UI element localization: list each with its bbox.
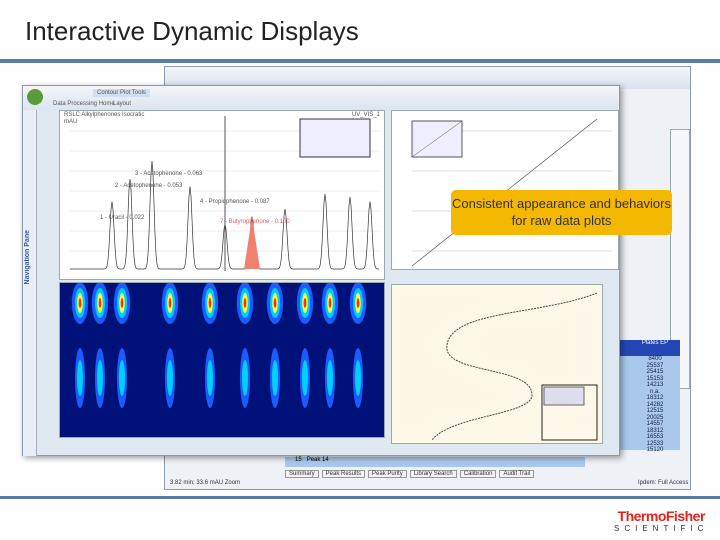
tab-summary[interactable]: Summary: [285, 470, 319, 478]
contour-blob: [356, 298, 360, 308]
chromatogram-plot[interactable]: [60, 111, 385, 280]
app-logo-icon[interactable]: [27, 89, 43, 105]
contour-blob: [243, 298, 247, 308]
contour-blob: [303, 298, 307, 308]
result-tabs: Summary Peak Results Peak Purity Library…: [285, 470, 535, 478]
contour-blob: [327, 360, 333, 396]
spectrum-plot[interactable]: [391, 284, 603, 444]
tab-calibration[interactable]: Calibration: [459, 470, 497, 478]
contour-blob: [168, 298, 172, 308]
contour-blob: [77, 360, 83, 396]
access-status: Ipdem: Full Access: [638, 480, 689, 486]
table-row[interactable]: 15 Peak 14: [285, 457, 585, 467]
tab-peak-results[interactable]: Peak Results: [321, 470, 366, 478]
overview-inset: [299, 118, 371, 158]
tab-peak-purity[interactable]: Peak Purity: [368, 470, 407, 478]
ribbon-tab-contour[interactable]: Contour Plot Tools: [93, 89, 150, 97]
contour-blob: [78, 298, 82, 308]
contour-blob: [272, 360, 278, 396]
top-rule: [0, 59, 720, 63]
tab-library-search[interactable]: Library Search: [409, 470, 457, 478]
contour-blob: [207, 360, 213, 396]
callout-box: Consistent appearance and behaviors for …: [451, 190, 672, 235]
contour-blob: [97, 360, 103, 396]
contour-blob: [98, 298, 102, 308]
status-bar: 3.82 min; 33.6 mAU Zoom: [170, 480, 241, 486]
contour-blob: [167, 360, 173, 396]
contour-blob: [328, 298, 332, 308]
contour-blob: [273, 298, 277, 308]
front-window: Contour Plot Tools Data Processing Home …: [22, 85, 620, 456]
contour-blob: [242, 360, 248, 396]
tab-audit-trail[interactable]: Audit Trail: [499, 470, 535, 478]
contour-plot[interactable]: [59, 282, 385, 438]
menu-layout[interactable]: Layout: [113, 101, 131, 107]
contour-blob: [355, 360, 361, 396]
contour-blob: [120, 298, 124, 308]
thermofisher-logo: ThermoFisher SCIENTIFIC: [614, 508, 709, 533]
bottom-rule: [0, 496, 720, 499]
navigation-pane[interactable]: Navigation Pane: [23, 110, 37, 456]
ribbon: Contour Plot Tools Data Processing Home …: [23, 86, 619, 110]
menu-home[interactable]: Data Processing Home: [53, 101, 115, 107]
contour-blob: [208, 298, 212, 308]
chromatogram-panel[interactable]: RSLC Alkylphenones Isocratic UV_VIS_1 mA…: [59, 110, 385, 280]
contour-blob: [119, 360, 125, 396]
contour-blob: [302, 360, 308, 396]
slide-title: Interactive Dynamic Displays: [25, 16, 359, 46]
